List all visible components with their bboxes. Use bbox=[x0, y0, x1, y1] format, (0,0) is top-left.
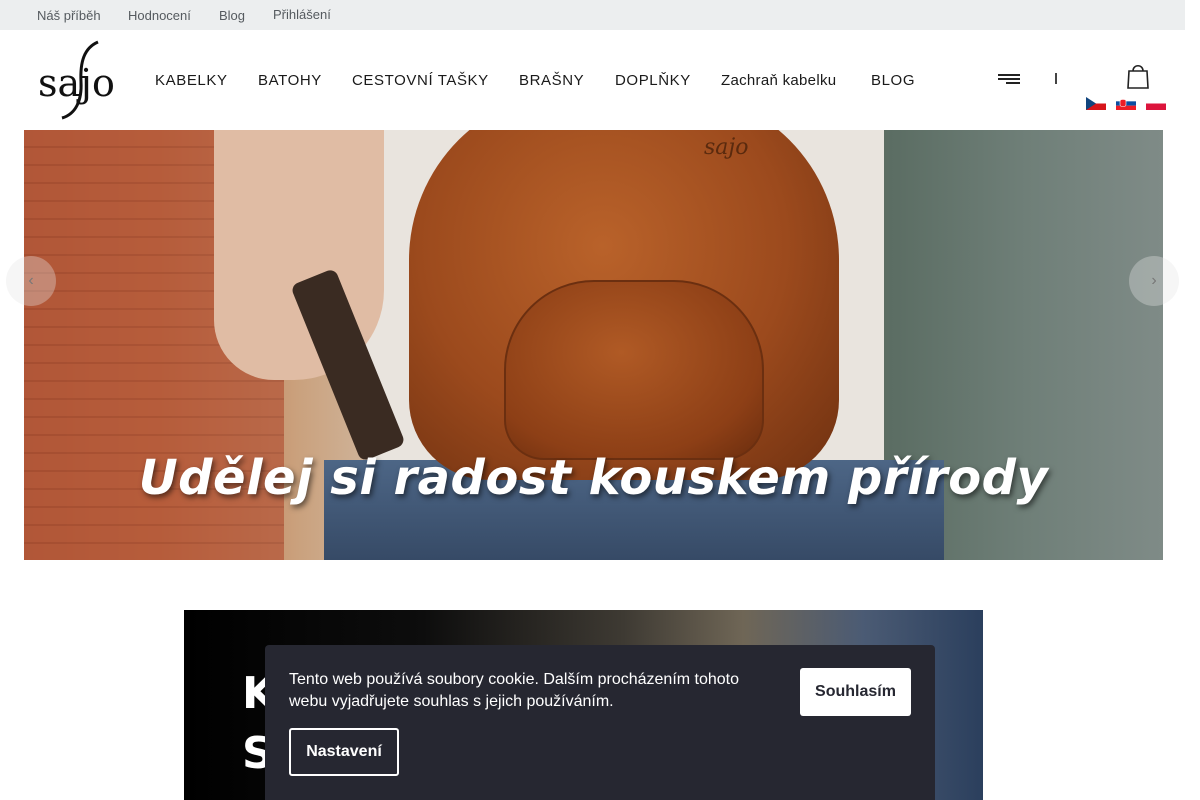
cookie-settings-button[interactable]: Nastavení bbox=[289, 728, 399, 776]
hero-backpack-brand: sajo bbox=[704, 135, 749, 160]
nav-item-blog[interactable]: BLOG bbox=[871, 72, 915, 89]
cz-flag-icon[interactable] bbox=[1086, 97, 1106, 110]
sk-flag-icon[interactable] bbox=[1116, 97, 1136, 110]
menu-icon[interactable] bbox=[998, 74, 1020, 86]
cookie-message: Tento web používá soubory cookie. Dalším… bbox=[289, 671, 740, 710]
topbar-link-login[interactable]: Přihlášení bbox=[273, 7, 331, 22]
hero-next-button[interactable]: › bbox=[1129, 256, 1179, 306]
top-utility-bar: Náš příběh Hodnocení Blog Přihlášení bbox=[0, 0, 1185, 30]
hero-slogan: Udělej si radost kouskem přírody bbox=[138, 450, 1049, 506]
chevron-right-icon: › bbox=[1151, 272, 1157, 289]
pl-flag-icon[interactable] bbox=[1146, 97, 1166, 110]
cookie-agree-button[interactable]: Souhlasím bbox=[800, 668, 911, 716]
nav-item-kabelky[interactable]: KABELKY bbox=[155, 72, 228, 89]
hero-backpack-pocket bbox=[504, 280, 764, 460]
sajo-logo-graphic: sajo bbox=[38, 40, 115, 120]
topbar-link-our-story[interactable]: Náš příběh bbox=[37, 8, 101, 23]
cookie-consent-bar: Tento web používá soubory cookie. Dalším… bbox=[265, 645, 935, 800]
hero-banner[interactable]: sajo Udělej si radost kouskem přírody bbox=[24, 130, 1163, 560]
nav-item-batohy[interactable]: BATOHY bbox=[258, 72, 322, 89]
nav-item-brasny[interactable]: BRAŠNY bbox=[519, 72, 584, 89]
logo-wordmark: sajo bbox=[38, 61, 115, 105]
nav-item-doplnky[interactable]: DOPLŇKY bbox=[615, 72, 691, 89]
shopping-bag-icon[interactable] bbox=[1126, 62, 1150, 90]
topbar-link-blog[interactable]: Blog bbox=[219, 8, 245, 23]
search-icon[interactable] bbox=[1052, 70, 1068, 88]
chevron-left-icon: ‹ bbox=[28, 272, 34, 289]
topbar-link-reviews[interactable]: Hodnocení bbox=[128, 8, 191, 23]
hero-prev-button[interactable]: ‹ bbox=[6, 256, 56, 306]
site-header: sajo KABELKY BATOHY CESTOVNÍ TAŠKY BRAŠN… bbox=[0, 30, 1185, 130]
sajo-logo[interactable]: sajo bbox=[36, 38, 120, 122]
nav-item-zachran-kabelku[interactable]: Zachraň kabelku bbox=[721, 72, 836, 89]
nav-item-cestovni-tasky[interactable]: CESTOVNÍ TAŠKY bbox=[352, 72, 489, 89]
